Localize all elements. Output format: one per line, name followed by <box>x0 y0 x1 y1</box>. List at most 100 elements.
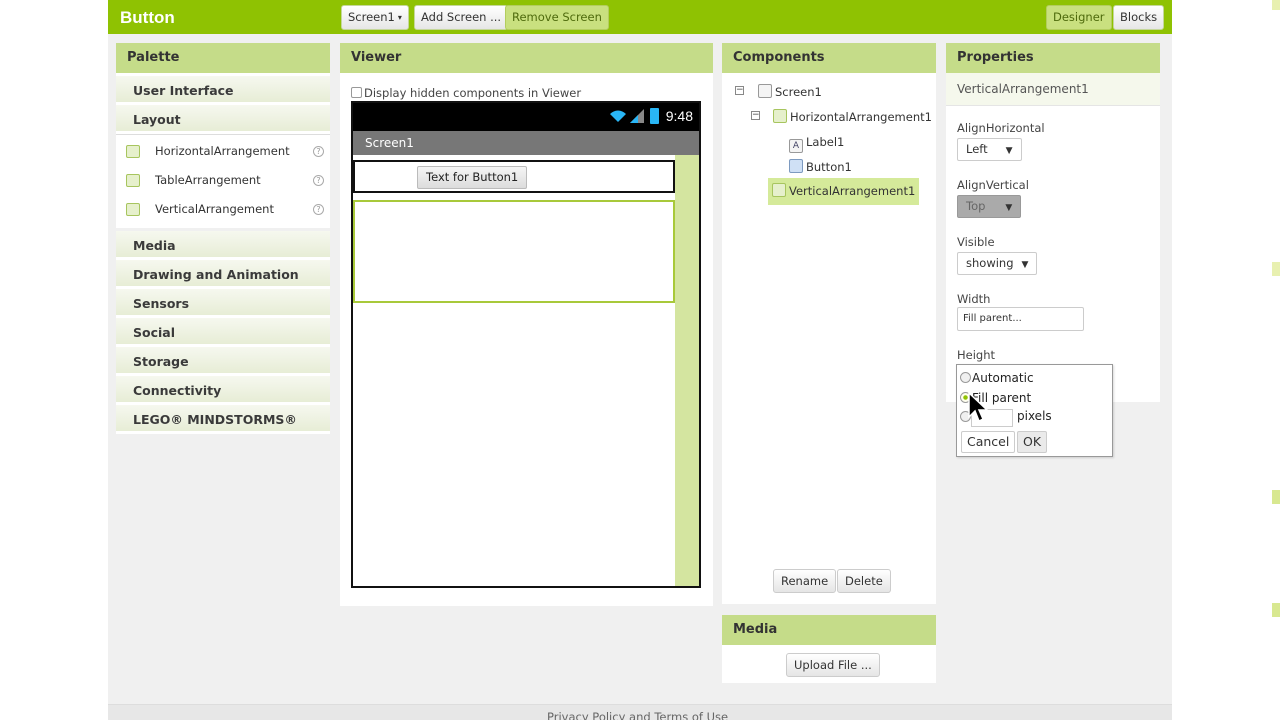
selected-component-name: VerticalArrangement1 <box>946 73 1160 106</box>
visible-label: Visible <box>957 235 995 249</box>
viewer-header: Viewer <box>340 43 713 73</box>
label-icon: A <box>789 139 803 153</box>
horizontal-arrangement-icon <box>126 145 140 158</box>
width-label: Width <box>957 292 991 306</box>
caret-down-icon: ▼ <box>1005 146 1013 156</box>
screen-select-button[interactable]: Screen1 ▾ <box>341 5 409 30</box>
ok-button[interactable]: OK <box>1017 431 1048 453</box>
wifi-icon <box>610 110 626 122</box>
table-arrangement-icon <box>126 174 140 187</box>
signal-icon <box>630 109 644 123</box>
phone-preview: 9:48 Screen1 Text for Button1 <box>351 101 701 588</box>
edge-decoration <box>1272 0 1280 617</box>
help-icon[interactable]: ? <box>313 204 324 215</box>
components-header: Components <box>722 43 936 73</box>
palette-header: Palette <box>116 43 330 73</box>
phone-status-bar: 9:48 <box>353 103 699 131</box>
project-title: Button <box>120 8 175 27</box>
help-icon[interactable]: ? <box>313 175 324 186</box>
privacy-link[interactable]: Privacy Policy and Terms of Use <box>547 710 728 720</box>
align-horizontal-value: Left <box>966 142 988 156</box>
collapse-icon[interactable]: − <box>735 86 744 95</box>
vertical-arrangement-preview[interactable] <box>353 200 675 303</box>
align-vertical-value: Top <box>966 199 986 213</box>
collapse-icon[interactable]: − <box>751 111 760 120</box>
app-inventor-window: Button Screen1 ▾ Add Screen ... Remove Sc… <box>108 0 1172 720</box>
palette-category-layout[interactable]: Layout <box>116 105 330 134</box>
vertical-arrangement-icon <box>126 203 140 216</box>
align-horizontal-select[interactable]: Left ▼ <box>957 138 1022 161</box>
help-icon[interactable]: ? <box>313 146 324 157</box>
media-header: Media <box>722 615 936 645</box>
tree-node-vertical-arrangement1[interactable]: VerticalArrangement1 <box>768 178 920 205</box>
palette-category-storage[interactable]: Storage <box>116 347 330 376</box>
palette-category-lego[interactable]: LEGO® MINDSTORMS® <box>116 405 330 434</box>
phone-scroll-strip <box>675 155 699 586</box>
palette-category-media[interactable]: Media <box>116 231 330 260</box>
designer-button[interactable]: Designer <box>1046 5 1112 30</box>
button-icon <box>789 159 803 173</box>
palette-item-horizontal-arrangement[interactable]: HorizontalArrangement ? <box>116 137 330 166</box>
tree-node-label1[interactable]: A Label1 <box>789 130 844 154</box>
properties-panel: Properties VerticalArrangement1 AlignHor… <box>946 43 1160 402</box>
palette-category-drawing[interactable]: Drawing and Animation <box>116 260 330 289</box>
palette-category-social[interactable]: Social <box>116 318 330 347</box>
status-time: 9:48 <box>665 108 693 124</box>
automatic-label: Automatic <box>972 371 1034 385</box>
horizontal-arrangement-preview[interactable]: Text for Button1 <box>353 160 675 193</box>
display-hidden-toggle[interactable]: Display hidden components in Viewer <box>351 86 581 100</box>
height-label: Height <box>957 348 996 362</box>
palette-item-label: TableArrangement <box>155 173 261 187</box>
align-vertical-label: AlignVertical <box>957 178 1029 192</box>
tree-node-label: HorizontalArrangement1 <box>790 110 932 124</box>
align-horizontal-label: AlignHorizontal <box>957 121 1045 135</box>
battery-icon <box>650 108 659 124</box>
caret-down-icon: ▾ <box>397 13 402 22</box>
visible-select[interactable]: showing ▼ <box>957 252 1038 275</box>
cancel-button[interactable]: Cancel <box>961 431 1016 453</box>
width-input[interactable]: Fill parent... <box>957 307 1084 331</box>
screen-title-bar: Screen1 <box>353 131 699 155</box>
top-bar: Button Screen1 ▾ Add Screen ... Remove Sc… <box>108 0 1172 34</box>
display-hidden-label: Display hidden components in Viewer <box>364 86 582 100</box>
palette-item-label: VerticalArrangement <box>155 202 274 216</box>
tree-node-button1[interactable]: Button1 <box>789 155 852 179</box>
add-screen-button[interactable]: Add Screen ... <box>414 5 509 30</box>
tree-node-label: Label1 <box>806 135 845 149</box>
tree-node-horizontal-arrangement1[interactable]: HorizontalArrangement1 <box>773 105 932 129</box>
media-panel: Media Upload File ... <box>722 615 936 683</box>
pixels-label: pixels <box>1017 409 1052 423</box>
upload-file-button[interactable]: Upload File ... <box>786 653 880 677</box>
mouse-cursor-icon <box>968 392 989 423</box>
viewer-panel: Viewer Display hidden components in View… <box>340 43 713 606</box>
checkbox[interactable] <box>351 87 362 98</box>
horizontal-arrangement-icon <box>773 109 787 123</box>
palette-item-table-arrangement[interactable]: TableArrangement ? <box>116 166 330 195</box>
screen-icon <box>758 84 772 98</box>
palette-category-user-interface[interactable]: User Interface <box>116 76 330 105</box>
blocks-button[interactable]: Blocks <box>1113 5 1165 30</box>
components-panel: Components − Screen1 − HorizontalArrange… <box>722 43 936 604</box>
delete-button[interactable]: Delete <box>837 569 891 593</box>
rename-button[interactable]: Rename <box>773 569 837 593</box>
tree-node-label: Screen1 <box>775 85 822 99</box>
properties-header: Properties <box>946 43 1160 73</box>
tree-node-screen1[interactable]: Screen1 <box>758 80 822 104</box>
palette-item-label: HorizontalArrangement <box>155 144 290 158</box>
radio-automatic[interactable] <box>960 372 971 383</box>
palette-category-sensors[interactable]: Sensors <box>116 289 330 318</box>
tree-node-label: VerticalArrangement1 <box>789 184 916 198</box>
palette-item-vertical-arrangement[interactable]: VerticalArrangement ? <box>116 195 330 224</box>
button1-preview[interactable]: Text for Button1 <box>417 166 528 189</box>
layout-items-list: HorizontalArrangement ? TableArrangement… <box>116 134 330 228</box>
caret-down-icon: ▼ <box>1005 203 1013 213</box>
footer: Privacy Policy and Terms of Use <box>108 704 1172 720</box>
page-margin <box>1172 0 1280 720</box>
vertical-arrangement-icon <box>772 183 786 197</box>
align-vertical-select[interactable]: Top ▼ <box>957 195 1022 218</box>
screen-select-label: Screen1 <box>348 10 395 24</box>
remove-screen-button[interactable]: Remove Screen <box>505 5 609 30</box>
tree-node-label: Button1 <box>806 160 852 174</box>
palette-category-connectivity[interactable]: Connectivity <box>116 376 330 405</box>
visible-value: showing <box>966 256 1014 270</box>
